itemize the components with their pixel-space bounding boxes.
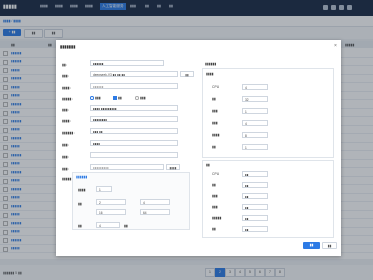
panel1-title: ▮▮▮▮ <box>206 72 214 76</box>
panel2_rows-value: ▮▮ <box>242 182 268 188</box>
panel1_rows-value: 1 <box>242 144 268 150</box>
panel2_rows-label: ▮▮▮▮▮ <box>212 216 222 220</box>
image-select[interactable]: deepseek-V3 ▮▮ ▮▮ ▮▮ <box>90 71 178 77</box>
modal-title: ▮▮▮▮▮▮▮ <box>60 44 76 49</box>
cpu-max-input[interactable]: 4 <box>140 199 170 205</box>
resource-panel-2 <box>202 160 334 238</box>
resource-panel-1 <box>202 68 334 158</box>
panel1_rows-label: ▮▮▮▮ <box>212 133 220 137</box>
port-label: ▮▮▮： <box>62 143 71 147</box>
env-input[interactable]: ▮▮▮▮▮▮▮▮▮ <box>90 164 164 170</box>
panel1_rows-label: CPU <box>212 85 220 89</box>
close-icon[interactable]: × <box>334 43 337 49</box>
resource-label: ▮▮▮： <box>62 108 71 112</box>
cpu-label: ▮▮▮▮： <box>62 119 73 123</box>
mem-min-input[interactable]: 16 <box>96 209 126 215</box>
panel1_rows-value: 8 <box>242 132 268 138</box>
port-select[interactable]: ▮▮▮▮ <box>90 140 178 146</box>
panel2_rows-value: ▮▮ <box>242 193 268 199</box>
deploy-radio-2[interactable] <box>113 96 117 100</box>
replica-section-title: ▮▮▮▮▮▮ <box>76 175 88 179</box>
path-label: ▮▮▮： <box>62 155 71 159</box>
panel1_rows-label: ▮▮ <box>212 97 216 101</box>
image-select-button[interactable]: ▮▮ <box>180 71 194 77</box>
deploy-type-label: ▮▮▮▮▮： <box>62 97 75 101</box>
gpu-unit: ▮▮ <box>124 224 128 228</box>
panel1_rows-value: 4 <box>242 84 268 90</box>
node-label: ▮▮▮▮▮▮： <box>62 131 77 135</box>
panel1_rows-label: ▮▮▮ <box>212 121 218 125</box>
model-input[interactable]: ▮▮▮▮▮▮ <box>90 83 178 89</box>
panel1_rows-label: ▮▮▮ <box>212 109 218 113</box>
panel2_rows-label: ▮▮ <box>212 227 216 231</box>
panel2_rows-value: ▮▮ <box>242 215 268 221</box>
path-input[interactable] <box>90 152 178 158</box>
confirm-button[interactable]: ▮▮ <box>303 242 320 249</box>
panel2-title: ▮▮ <box>206 163 210 167</box>
panel1_rows-value: 4 <box>242 120 268 126</box>
panel2_rows-label: ▮▮▮ <box>212 205 218 209</box>
deploy-radio-1-label: ▮▮▮ <box>95 96 101 100</box>
name-label: ▮▮： <box>62 63 70 67</box>
deploy-radio-3-label: ▮▮▮ <box>140 96 146 100</box>
panel1_rows-label: ▮▮ <box>212 145 216 149</box>
name-input[interactable]: ▮▮▮▮▮▮ <box>90 60 164 66</box>
deploy-radio-1[interactable] <box>90 96 94 100</box>
panel1_rows-value: 1 <box>242 108 268 114</box>
replicas-stepper[interactable]: 1 <box>96 186 112 192</box>
panel2_rows-value: ▮▮ <box>242 171 268 177</box>
deploy-radio-3[interactable] <box>135 96 139 100</box>
env-button[interactable]: ▮▮▮▮ <box>166 164 180 170</box>
gpu-stepper[interactable]: 4 <box>96 222 120 228</box>
cpu-min-input[interactable]: 2 <box>96 199 126 205</box>
image-label: ▮▮▮： <box>62 74 71 78</box>
replica-config-section <box>72 172 190 230</box>
env-label: ▮▮▮： <box>62 167 71 171</box>
panel2_rows-label: ▮▮▮ <box>212 194 218 198</box>
model-label: ▮▮▮▮： <box>62 86 73 90</box>
panel2_rows-label: ▮▮ <box>212 183 216 187</box>
right-section-title: ▮▮▮▮▮▮ <box>205 62 217 66</box>
cpu-select[interactable]: ▮▮▮▮▮▮▮▮ <box>90 116 178 122</box>
panel2_rows-value: ▮▮ <box>242 204 268 210</box>
panel1_rows-value: 32 <box>242 96 268 102</box>
panel2_rows-label: CPU <box>212 172 220 176</box>
mem-max-input[interactable]: 64 <box>140 209 170 215</box>
cpu-range-label: ▮▮ <box>78 202 82 206</box>
replicas-label: ▮▮▮▮ <box>78 188 86 192</box>
panel2_rows-value: ▮▮ <box>242 226 268 232</box>
deploy-radio-2-label: ▮▮ <box>118 96 122 100</box>
resource-select[interactable]: ▮▮▮▮ ▮▮▮▮▮▮▮▮▮ <box>90 105 178 111</box>
cancel-button[interactable]: ▮▮ <box>322 242 337 249</box>
node-select[interactable]: ▮▮▮ ▮▮ <box>90 128 178 134</box>
gpu-label: ▮▮ <box>78 224 82 228</box>
